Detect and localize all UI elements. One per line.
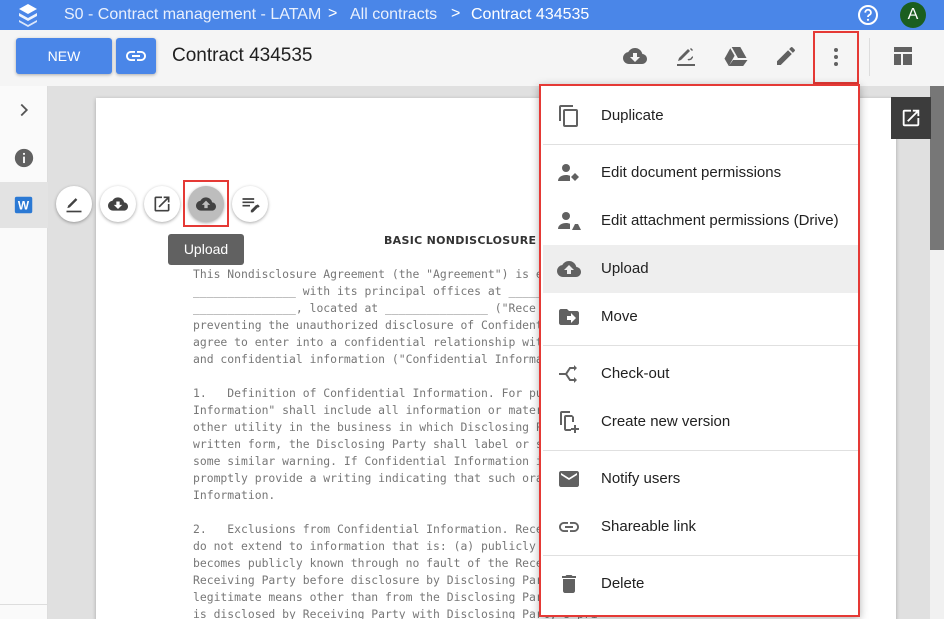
menu-item-label: Shareable link: [601, 518, 697, 535]
scrollbar-thumb[interactable]: [930, 86, 944, 250]
menu-item-label: Edit attachment permissions (Drive): [601, 212, 839, 229]
menu-divider: [543, 555, 858, 556]
document-toolbar: NEW Contract 434535: [0, 30, 944, 86]
open-external-icon: [154, 196, 170, 212]
delete-icon: [562, 575, 576, 593]
breadcrumb-workspace[interactable]: S0 - Contract management - LATAM: [64, 6, 321, 24]
signature-icon[interactable]: [674, 44, 698, 68]
move-folder-icon: [559, 309, 579, 325]
menu-item-delete[interactable]: Delete: [543, 560, 858, 608]
duplicate-icon: [559, 105, 578, 127]
download-icon: [108, 197, 128, 211]
cloud-upload-icon: [557, 261, 581, 277]
sign-button[interactable]: [56, 186, 92, 222]
download-button[interactable]: [100, 186, 136, 222]
user-avatar[interactable]: A: [900, 2, 926, 28]
menu-item-label: Create new version: [601, 413, 731, 430]
menu-item-shareable-link[interactable]: Shareable link: [543, 503, 858, 551]
menu-item-label: Check-out: [601, 365, 670, 382]
more-vert-icon: [834, 48, 838, 66]
breadcrumb-current: Contract 434535: [471, 6, 590, 23]
left-sidebar: W: [0, 86, 48, 619]
menu-divider: [543, 450, 858, 451]
upload-tooltip: Upload: [168, 234, 244, 265]
person-permissions-icon: [558, 164, 579, 181]
help-icon[interactable]: [857, 4, 879, 26]
sidebar-expand[interactable]: [0, 87, 48, 133]
edit-notes-icon: [242, 198, 260, 213]
menu-item-label: Notify users: [601, 470, 681, 487]
document-heading: BASIC NONDISCLOSURE A: [384, 234, 550, 247]
popout-button[interactable]: [891, 97, 931, 139]
menu-divider: [543, 345, 858, 346]
app-logo-icon[interactable]: [17, 3, 39, 27]
chevron-right-icon: [20, 103, 29, 117]
sidebar-info[interactable]: [0, 135, 48, 181]
app-header: S0 - Contract management - LATAM > All c…: [0, 0, 944, 30]
open-in-new-icon: [902, 109, 920, 127]
menu-item-label: Upload: [601, 260, 649, 277]
document-title: Contract 434535: [172, 45, 313, 66]
new-button[interactable]: NEW: [16, 38, 112, 74]
sidebar-divider: [0, 604, 48, 605]
breadcrumb-separator: >: [328, 5, 338, 22]
breadcrumb-separator: >: [451, 5, 461, 22]
layout-icon[interactable]: [891, 44, 915, 68]
more-options-menu: Duplicate Edit document permissions Edit…: [539, 84, 860, 617]
info-icon: [14, 148, 34, 168]
menu-divider: [543, 144, 858, 145]
menu-item-edit-document-permissions[interactable]: Edit document permissions: [543, 149, 858, 197]
menu-item-label: Move: [601, 308, 638, 325]
new-version-icon: [560, 411, 579, 433]
svg-text:W: W: [18, 199, 30, 213]
menu-item-label: Duplicate: [601, 107, 664, 124]
menu-item-notify-users[interactable]: Notify users: [543, 455, 858, 503]
google-drive-icon[interactable]: [724, 44, 748, 68]
toolbar-divider: [869, 38, 870, 76]
breadcrumb-all-contracts[interactable]: All contracts: [350, 6, 437, 24]
menu-item-edit-attachment-permissions[interactable]: Edit attachment permissions (Drive): [543, 197, 858, 245]
menu-item-label: Delete: [601, 575, 645, 592]
menu-item-create-new-version[interactable]: Create new version: [543, 398, 858, 446]
menu-item-label: Edit document permissions: [601, 164, 782, 181]
word-document-icon: W: [14, 196, 33, 214]
edit-pencil-icon[interactable]: [774, 44, 798, 68]
mail-icon: [559, 471, 579, 487]
upload-highlight-box: [183, 180, 229, 227]
more-options-button[interactable]: [813, 31, 859, 84]
menu-item-check-out[interactable]: Check-out: [543, 350, 858, 398]
checkout-icon: [559, 365, 577, 383]
copy-link-button[interactable]: [116, 38, 156, 74]
open-external-button[interactable]: [144, 186, 180, 222]
link-icon: [559, 522, 579, 532]
menu-item-upload[interactable]: Upload: [543, 245, 858, 293]
menu-item-duplicate[interactable]: Duplicate: [543, 92, 858, 140]
sidebar-word-document[interactable]: W: [0, 182, 48, 228]
cloud-download-icon[interactable]: [623, 44, 647, 68]
menu-item-move[interactable]: Move: [543, 293, 858, 341]
edit-notes-button[interactable]: [232, 186, 268, 222]
sign-icon: [66, 198, 82, 213]
person-drive-icon: [558, 212, 581, 230]
link-icon: [126, 51, 146, 61]
